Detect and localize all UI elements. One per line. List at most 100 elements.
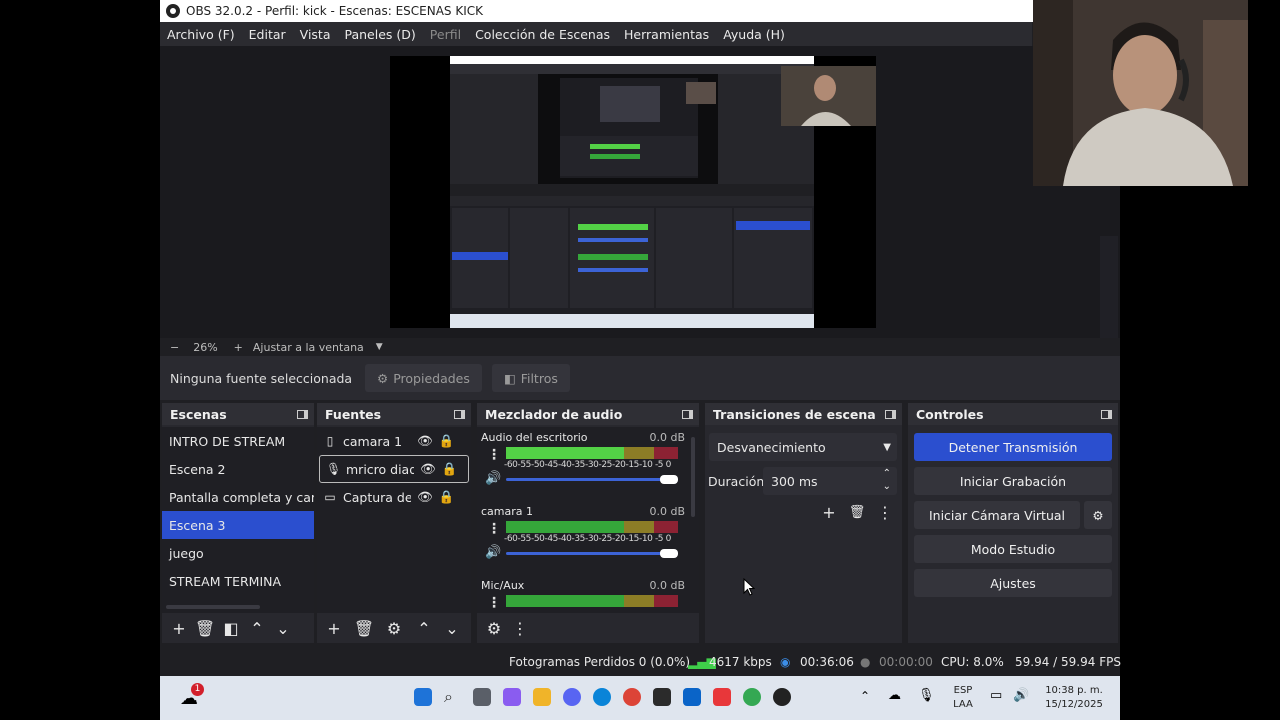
more-icon[interactable]: ⋮ — [509, 617, 531, 639]
edge-icon[interactable] — [593, 688, 611, 706]
menu-coleccion-escenas[interactable]: Colección de Escenas — [468, 27, 617, 42]
trash-icon[interactable]: 🗑 — [353, 617, 375, 639]
volume-slider[interactable] — [506, 475, 678, 484]
undock-icon[interactable] — [297, 409, 308, 419]
mixer-scrollbar[interactable] — [691, 437, 695, 517]
task-view-icon[interactable] — [473, 688, 491, 706]
transition-select[interactable]: Desvanecimiento ▼ — [709, 433, 897, 461]
folder-icon[interactable] — [533, 688, 551, 706]
app-icon[interactable] — [713, 688, 731, 706]
display-icon[interactable]: ▭ — [990, 688, 1002, 703]
chrome-icon[interactable] — [623, 688, 641, 706]
preview-canvas[interactable] — [390, 56, 876, 328]
mixer-channels: Audio del escritorio 0.0 dB ⋮ -60-55-50-… — [477, 427, 699, 613]
down-icon[interactable]: ⌄ — [272, 617, 294, 639]
more-icon[interactable]: ⋮ — [874, 501, 896, 523]
speaker-icon[interactable]: 🔊 — [485, 545, 501, 560]
spin-arrows-icon[interactable]: ⌃ ⌄ — [883, 467, 891, 493]
scenes-hscrollbar[interactable] — [166, 605, 260, 609]
obs-taskbar-icon[interactable] — [773, 688, 791, 706]
scene-item[interactable]: INTRO DE STREAM — [162, 427, 314, 455]
properties-button[interactable]: ⚙ Propiedades — [365, 364, 482, 392]
add-icon[interactable]: + — [818, 501, 840, 523]
scene-item[interactable]: Pantalla completa y camara — [162, 483, 314, 511]
lock-icon[interactable]: 🔒 — [439, 433, 455, 449]
clock-date[interactable]: 15/12/2025 — [1038, 698, 1110, 712]
menu-perfil[interactable]: Perfil — [423, 27, 468, 42]
stop-stream-button[interactable]: Detener Transmisión — [914, 433, 1112, 461]
duration-spinbox[interactable]: 300 ms ⌃ ⌄ — [763, 467, 897, 495]
clock-time[interactable]: 10:38 p. m. — [1038, 684, 1110, 698]
source-item[interactable]: ▯ camara 1 👁 🔒 — [317, 427, 471, 455]
speaker-icon[interactable]: 🔊 — [485, 471, 501, 486]
chevron-up-icon[interactable]: ⌃ — [860, 689, 870, 703]
lang-bottom[interactable]: LAA — [950, 698, 976, 712]
undock-icon[interactable] — [1101, 409, 1112, 419]
scene-item[interactable]: STREAM TERMINA — [162, 567, 314, 595]
add-icon[interactable]: + — [168, 617, 190, 639]
store-icon[interactable] — [653, 688, 671, 706]
zoom-dropdown-icon[interactable]: ▼ — [376, 342, 383, 352]
filter-icon[interactable]: ◧ — [220, 617, 242, 639]
network-icon[interactable]: ☁ — [888, 688, 901, 703]
discord-icon[interactable] — [563, 688, 581, 706]
studio-mode-button[interactable]: Modo Estudio — [914, 535, 1112, 563]
eye-icon[interactable]: 👁 — [417, 433, 433, 449]
more-icon[interactable]: ⋮ — [487, 521, 501, 537]
channel-name: Audio del escritorio — [481, 431, 588, 444]
add-icon[interactable]: + — [323, 617, 345, 639]
scene-item[interactable]: Escena 2 — [162, 455, 314, 483]
start-recording-button[interactable]: Iniciar Grabación — [914, 467, 1112, 495]
undock-icon[interactable] — [682, 409, 693, 419]
duration-label: Duración — [708, 474, 765, 489]
filters-label: Filtros — [520, 370, 558, 386]
zoom-out-button[interactable]: − — [170, 341, 179, 354]
more-icon[interactable]: ⋮ — [487, 447, 501, 463]
menu-editar[interactable]: Editar — [242, 27, 293, 42]
menu-ayuda[interactable]: Ayuda (H) — [716, 27, 792, 42]
undock-icon[interactable] — [885, 409, 896, 419]
scene-item-active[interactable]: Escena 3 — [162, 511, 314, 539]
menu-herramientas[interactable]: Herramientas — [617, 27, 716, 42]
eye-icon[interactable]: 👁 — [417, 489, 433, 505]
lang-top[interactable]: ESP — [950, 684, 976, 698]
filters-button[interactable]: ◧ Filtros — [491, 364, 570, 392]
speaker-icon[interactable]: 🔊 — [1013, 688, 1029, 703]
volume-slider[interactable] — [506, 549, 678, 558]
windows-taskbar: ☁ 1 ⌕ ⌃ ☁ 🎙 ESP LAA ▭ 🔊 10:38 p. m. 15/1… — [160, 676, 1120, 720]
virtual-cam-button[interactable]: Iniciar Cámara Virtual — [914, 501, 1080, 529]
scene-item[interactable]: juego — [162, 539, 314, 567]
search-icon[interactable]: ⌕ — [444, 687, 453, 707]
trash-icon[interactable]: 🗑 — [194, 617, 216, 639]
mic-icon[interactable]: 🎙 — [918, 688, 935, 703]
source-item[interactable]: ▭ Captura de pantalla 👁 🔒 — [317, 483, 471, 511]
source-item-selected[interactable]: 🎙 mricro diadema 👁 🔒 — [319, 455, 469, 483]
outlook-icon[interactable] — [683, 688, 701, 706]
menu-paneles[interactable]: Paneles (D) — [338, 27, 423, 42]
undock-icon[interactable] — [454, 409, 465, 419]
settings-button[interactable]: Ajustes — [914, 569, 1112, 597]
lock-icon[interactable]: 🔒 — [442, 461, 458, 477]
menu-archivo[interactable]: Archivo (F) — [160, 27, 242, 42]
gear-icon[interactable]: ⚙ — [383, 617, 405, 639]
up-icon[interactable]: ⌃ — [246, 617, 268, 639]
fit-window-label[interactable]: Ajustar a la ventana — [253, 341, 364, 354]
lock-icon[interactable]: 🔒 — [439, 489, 455, 505]
chrome-profile-icon[interactable] — [743, 688, 761, 706]
audio-meter — [506, 521, 678, 533]
eye-icon[interactable]: 👁 — [420, 461, 436, 477]
start-icon[interactable] — [414, 688, 432, 706]
zoom-in-button[interactable]: + — [234, 341, 243, 354]
virtual-cam-settings-icon[interactable]: ⚙ — [1084, 501, 1112, 529]
menu-vista[interactable]: Vista — [293, 27, 338, 42]
transition-value: Desvanecimiento — [717, 439, 826, 455]
trash-icon[interactable]: 🗑 — [846, 501, 868, 523]
more-icon[interactable]: ⋮ — [487, 595, 501, 611]
up-icon[interactable]: ⌃ — [413, 617, 435, 639]
audio-meter — [506, 447, 678, 459]
down-icon[interactable]: ⌄ — [441, 617, 463, 639]
preview-area[interactable] — [160, 46, 1120, 384]
chevron-down-icon: ▼ — [883, 441, 891, 453]
advanced-audio-icon[interactable]: ⚙ — [483, 617, 505, 639]
copilot-icon[interactable] — [503, 688, 521, 706]
